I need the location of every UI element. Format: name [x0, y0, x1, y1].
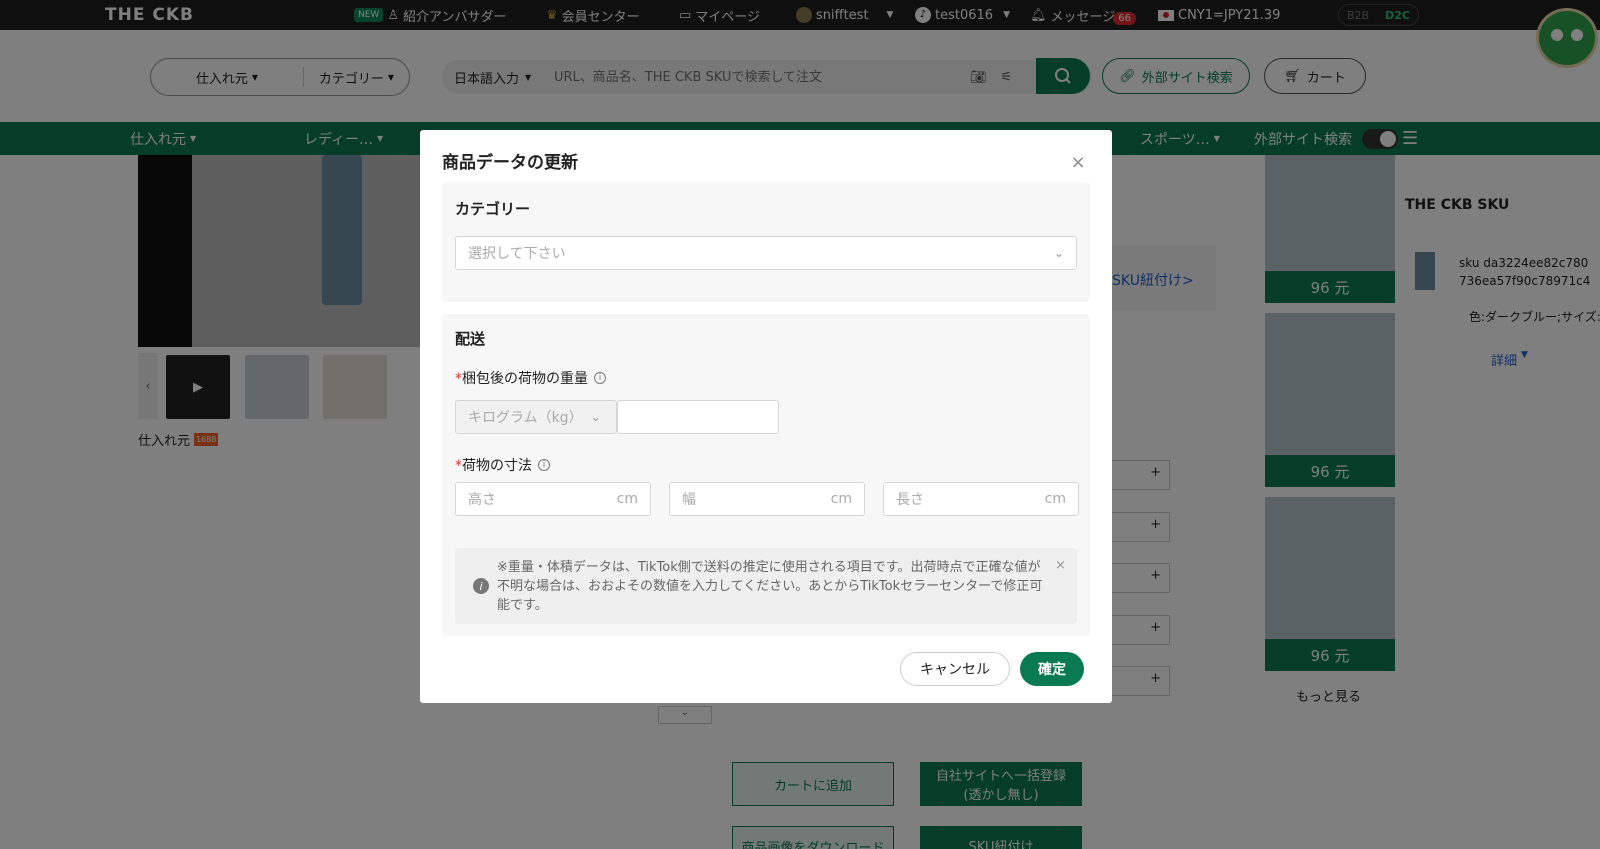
width-placeholder: 幅 — [682, 492, 696, 508]
info-filled-icon: i — [473, 578, 489, 594]
dialog-title: 商品データの更新 — [442, 153, 578, 173]
category-section: カテゴリー 選択して下さい ⌄ — [442, 182, 1090, 302]
chevron-down-icon: ⌄ — [1053, 246, 1064, 260]
weight-unit-label: キログラム（kg） — [468, 410, 583, 426]
length-placeholder: 長さ — [896, 492, 924, 508]
cancel-button[interactable]: キャンセル — [900, 652, 1010, 686]
info-icon[interactable]: i — [538, 459, 550, 471]
width-input[interactable]: 幅 cm — [669, 482, 865, 516]
size-label-text: 荷物の寸法 — [462, 458, 532, 474]
chevron-down-icon: ⌄ — [590, 410, 601, 424]
cancel-label: キャンセル — [920, 662, 990, 678]
length-unit: cm — [1044, 491, 1066, 507]
update-product-data-dialog: 商品データの更新 × カテゴリー 選択して下さい ⌄ 配送 *梱包後の荷物の重量… — [420, 130, 1112, 703]
category-select-placeholder: 選択して下さい — [468, 246, 566, 262]
weight-unit-select[interactable]: キログラム（kg） ⌄ — [455, 400, 617, 434]
category-section-title: カテゴリー — [455, 200, 531, 218]
height-input[interactable]: 高さ cm — [455, 482, 651, 516]
shipping-note: i ※重量・体積データは、TikTok側で送料の推定に使用される項目です。出荷時… — [455, 548, 1077, 624]
weight-label: *梱包後の荷物の重量 i — [455, 368, 606, 388]
required-mark: * — [455, 371, 462, 387]
weight-label-text: 梱包後の荷物の重量 — [462, 371, 588, 387]
category-select[interactable]: 選択して下さい ⌄ — [455, 236, 1077, 270]
length-input[interactable]: 長さ cm — [883, 482, 1079, 516]
height-placeholder: 高さ — [468, 492, 496, 508]
confirm-button[interactable]: 確定 — [1020, 652, 1084, 686]
note-close-icon[interactable]: × — [1055, 558, 1066, 573]
confirm-label: 確定 — [1038, 662, 1066, 678]
close-icon[interactable]: × — [1068, 152, 1088, 173]
shipping-note-text: ※重量・体積データは、TikTok側で送料の推定に使用される項目です。出荷時点で… — [497, 560, 1043, 613]
weight-input[interactable] — [617, 400, 779, 434]
size-label: *荷物の寸法 i — [455, 455, 550, 475]
info-icon[interactable]: i — [594, 372, 606, 384]
width-unit: cm — [830, 491, 852, 507]
height-unit: cm — [616, 491, 638, 507]
shipping-section-title: 配送 — [455, 330, 486, 348]
required-mark: * — [455, 458, 462, 474]
